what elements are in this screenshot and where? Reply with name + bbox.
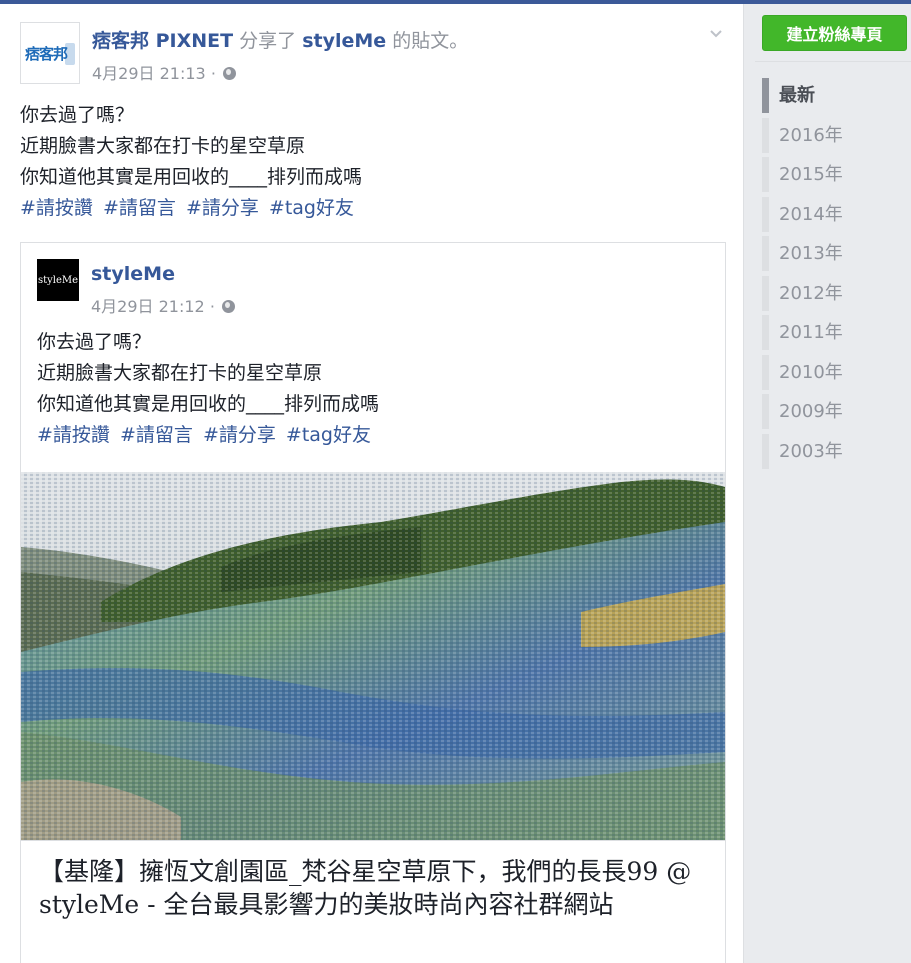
- post-line: 你去過了嗎？: [37, 331, 152, 353]
- hashtag-link[interactable]: #請按讚: [37, 424, 110, 446]
- pixnet-logo: 痞客邦: [25, 43, 77, 65]
- year-item-2003[interactable]: 2003年: [762, 432, 911, 472]
- link-title[interactable]: 【基隆】擁恆文創園區_梵谷星空草原下，我們的長長99 @ styleMe - 全…: [39, 855, 709, 921]
- post-line: 你去過了嗎？: [20, 104, 135, 126]
- hashtag-link[interactable]: #請留言: [103, 197, 176, 219]
- hashtag-link[interactable]: #請留言: [120, 424, 193, 446]
- year-item-2013[interactable]: 2013年: [762, 234, 911, 274]
- original-post-timestamp[interactable]: 4月29日 21:12 ·: [91, 297, 215, 316]
- chevron-down-icon[interactable]: [709, 26, 723, 40]
- post-line: 近期臉書大家都在打卡的星空草原: [37, 362, 323, 384]
- share-action-text: 分享了: [239, 30, 297, 52]
- year-item-2009[interactable]: 2009年: [762, 392, 911, 432]
- post-body: 你去過了嗎？ 近期臉書大家都在打卡的星空草原 你知道他其實是用回收的____排列…: [20, 100, 362, 224]
- original-post-meta: 4月29日 21:12 ·: [91, 293, 236, 317]
- link-preview-image[interactable]: [21, 472, 725, 840]
- post-meta: 4月29日 21:13 ·: [92, 60, 237, 84]
- post-line: 你知道他其實是用回收的____排列而成嗎: [20, 166, 363, 188]
- hashtag-row: #請按讚 #請留言 #請分享 #tag好友: [37, 420, 379, 451]
- sidebar-divider: [755, 61, 911, 62]
- year-item-2010[interactable]: 2010年: [762, 353, 911, 393]
- right-sidebar: 建立粉絲專頁 最新 2016年 2015年 2014年 2013年 2012年 …: [745, 4, 911, 963]
- feed-post: 痞客邦 痞客邦 PIXNET 分享了 styleMe 的貼文。 4月29日 21…: [0, 4, 744, 963]
- year-filter-list: 最新 2016年 2015年 2014年 2013年 2012年 2011年 2…: [762, 76, 911, 471]
- page-name-link[interactable]: 痞客邦 PIXNET: [92, 30, 233, 52]
- shared-from-link[interactable]: styleMe: [302, 30, 386, 52]
- hashtag-row: #請按讚 #請留言 #請分享 #tag好友: [20, 193, 362, 224]
- year-item-2012[interactable]: 2012年: [762, 274, 911, 314]
- year-item-latest[interactable]: 最新: [762, 76, 911, 116]
- pixnet-avatar[interactable]: 痞客邦: [20, 22, 80, 84]
- post-header: 痞客邦 PIXNET 分享了 styleMe 的貼文。: [92, 26, 468, 53]
- hashtag-link[interactable]: #請分享: [203, 424, 276, 446]
- post-line: 近期臉書大家都在打卡的星空草原: [20, 135, 306, 157]
- hashtag-link[interactable]: #tag好友: [269, 197, 354, 219]
- year-item-2015[interactable]: 2015年: [762, 155, 911, 195]
- hashtag-link[interactable]: #請分享: [186, 197, 259, 219]
- link-preview-caption[interactable]: 【基隆】擁恆文創園區_梵谷星空草原下，我們的長長99 @ styleMe - 全…: [21, 840, 725, 963]
- hashtag-link[interactable]: #請按讚: [20, 197, 93, 219]
- hashtag-link[interactable]: #tag好友: [286, 424, 371, 446]
- shared-post-card: styleMe styleMe 4月29日 21:12 · 你去過了嗎？ 近期臉…: [20, 242, 726, 963]
- globe-icon[interactable]: [223, 67, 237, 80]
- year-item-2016[interactable]: 2016年: [762, 116, 911, 156]
- post-line: 你知道他其實是用回收的____排列而成嗎: [37, 393, 380, 415]
- create-page-button[interactable]: 建立粉絲專頁: [762, 15, 907, 51]
- original-author-link[interactable]: styleMe: [91, 263, 175, 285]
- post-suffix-text: 的貼文。: [392, 30, 469, 52]
- year-item-2011[interactable]: 2011年: [762, 313, 911, 353]
- year-item-2014[interactable]: 2014年: [762, 195, 911, 235]
- styleme-avatar[interactable]: styleMe: [37, 259, 79, 301]
- post-timestamp[interactable]: 4月29日 21:13 ·: [92, 64, 216, 83]
- globe-icon[interactable]: [222, 300, 236, 313]
- original-post-body: 你去過了嗎？ 近期臉書大家都在打卡的星空草原 你知道他其實是用回收的____排列…: [37, 327, 379, 451]
